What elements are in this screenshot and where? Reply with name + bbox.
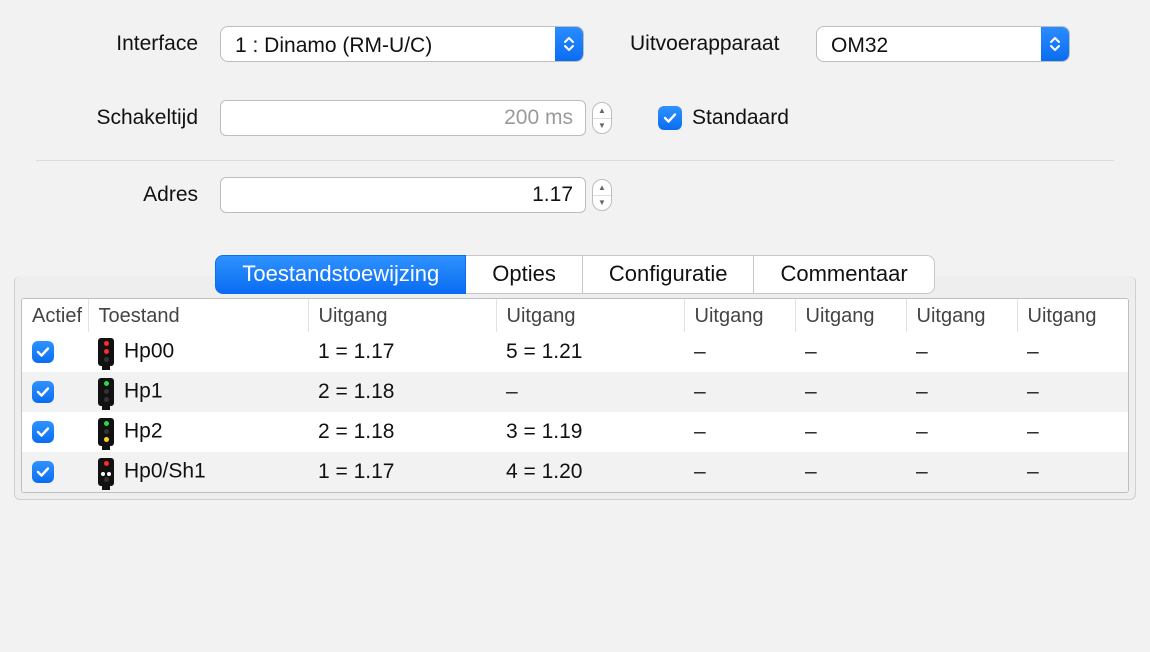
state-assignment-table: Actief Toestand Uitgang Uitgang Uitgang … — [22, 299, 1128, 492]
device-value: OM32 — [817, 27, 1041, 61]
chevron-down-icon: ▼ — [593, 196, 611, 211]
interface-select[interactable]: 1 : Dinamo (RM-U/C) — [220, 26, 584, 62]
chevron-up-icon: ▲ — [593, 103, 611, 119]
table-row[interactable]: Hp0/Sh1 1 = 1.17 4 = 1.20 – – – – — [22, 452, 1128, 492]
output-cell: – — [1027, 420, 1039, 443]
output-cell: – — [916, 420, 928, 443]
output-cell: – — [694, 340, 706, 363]
table-row[interactable]: Hp2 2 = 1.18 3 = 1.19 – – – – — [22, 412, 1128, 452]
output-cell: 1 = 1.17 — [318, 460, 394, 483]
output-cell: – — [694, 420, 706, 443]
output-cell: – — [916, 340, 928, 363]
col-active[interactable]: Actief — [22, 299, 88, 332]
switchtime-input[interactable]: 200 ms — [220, 100, 586, 136]
divider — [36, 160, 1114, 161]
col-output1[interactable]: Uitgang — [308, 299, 496, 332]
row-active-checkbox[interactable] — [32, 341, 54, 363]
switchtime-label: Schakeltijd — [20, 106, 220, 130]
address-value: 1.17 — [532, 183, 573, 207]
output-cell: 5 = 1.21 — [506, 340, 582, 363]
output-cell: – — [916, 460, 928, 483]
row-active-checkbox[interactable] — [32, 381, 54, 403]
col-output4[interactable]: Uitgang — [795, 299, 906, 332]
output-cell: – — [805, 380, 817, 403]
device-select[interactable]: OM32 — [816, 26, 1070, 62]
interface-label: Interface — [20, 32, 220, 56]
col-output6[interactable]: Uitgang — [1017, 299, 1128, 332]
default-label: Standaard — [692, 106, 789, 130]
state-name: Hp1 — [124, 380, 163, 403]
signal-icon — [98, 458, 114, 486]
device-label: Uitvoerapparaat — [630, 32, 816, 56]
tab-configuration[interactable]: Configuratie — [583, 255, 755, 294]
address-input[interactable]: 1.17 — [220, 177, 586, 213]
output-cell: – — [916, 380, 928, 403]
row-active-checkbox[interactable] — [32, 421, 54, 443]
output-cell: – — [1027, 340, 1039, 363]
tab-comment[interactable]: Commentaar — [754, 255, 934, 294]
col-output3[interactable]: Uitgang — [684, 299, 795, 332]
col-output5[interactable]: Uitgang — [906, 299, 1017, 332]
state-name: Hp0/Sh1 — [124, 460, 206, 483]
output-cell: – — [694, 460, 706, 483]
address-label: Adres — [20, 183, 220, 207]
address-stepper[interactable]: ▲ ▼ — [592, 179, 612, 211]
output-cell: – — [805, 420, 817, 443]
output-cell: 4 = 1.20 — [506, 460, 582, 483]
switchtime-value: 200 ms — [504, 106, 573, 130]
signal-icon — [98, 418, 114, 446]
switchtime-stepper[interactable]: ▲ ▼ — [592, 102, 612, 134]
table-row[interactable]: Hp1 2 = 1.18 – – – – – — [22, 372, 1128, 412]
output-cell: – — [694, 380, 706, 403]
output-cell: – — [1027, 380, 1039, 403]
output-cell: – — [805, 340, 817, 363]
tab-options[interactable]: Opties — [466, 255, 583, 294]
tab-bar: Toestandstoewijzing Opties Configuratie … — [0, 255, 1150, 294]
chevron-up-down-icon — [1041, 27, 1069, 61]
row-active-checkbox[interactable] — [32, 461, 54, 483]
output-cell: 3 = 1.19 — [506, 420, 582, 443]
output-cell: – — [805, 460, 817, 483]
signal-icon — [98, 378, 114, 406]
signal-icon — [98, 338, 114, 366]
state-assignment-panel: Actief Toestand Uitgang Uitgang Uitgang … — [14, 276, 1136, 500]
state-name: Hp00 — [124, 340, 174, 363]
state-name: Hp2 — [124, 420, 163, 443]
output-cell: 1 = 1.17 — [318, 340, 394, 363]
col-state[interactable]: Toestand — [88, 299, 308, 332]
output-cell: 2 = 1.18 — [318, 420, 394, 443]
default-checkbox[interactable] — [658, 106, 682, 130]
chevron-up-icon: ▲ — [593, 180, 611, 196]
output-cell: 2 = 1.18 — [318, 380, 394, 403]
output-cell: – — [506, 380, 518, 403]
chevron-down-icon: ▼ — [593, 119, 611, 134]
chevron-up-down-icon — [555, 27, 583, 61]
interface-value: 1 : Dinamo (RM-U/C) — [221, 27, 555, 61]
table-row[interactable]: Hp00 1 = 1.17 5 = 1.21 – – – – — [22, 332, 1128, 372]
tab-state-assignment[interactable]: Toestandstoewijzing — [215, 255, 466, 294]
col-output2[interactable]: Uitgang — [496, 299, 684, 332]
output-cell: – — [1027, 460, 1039, 483]
